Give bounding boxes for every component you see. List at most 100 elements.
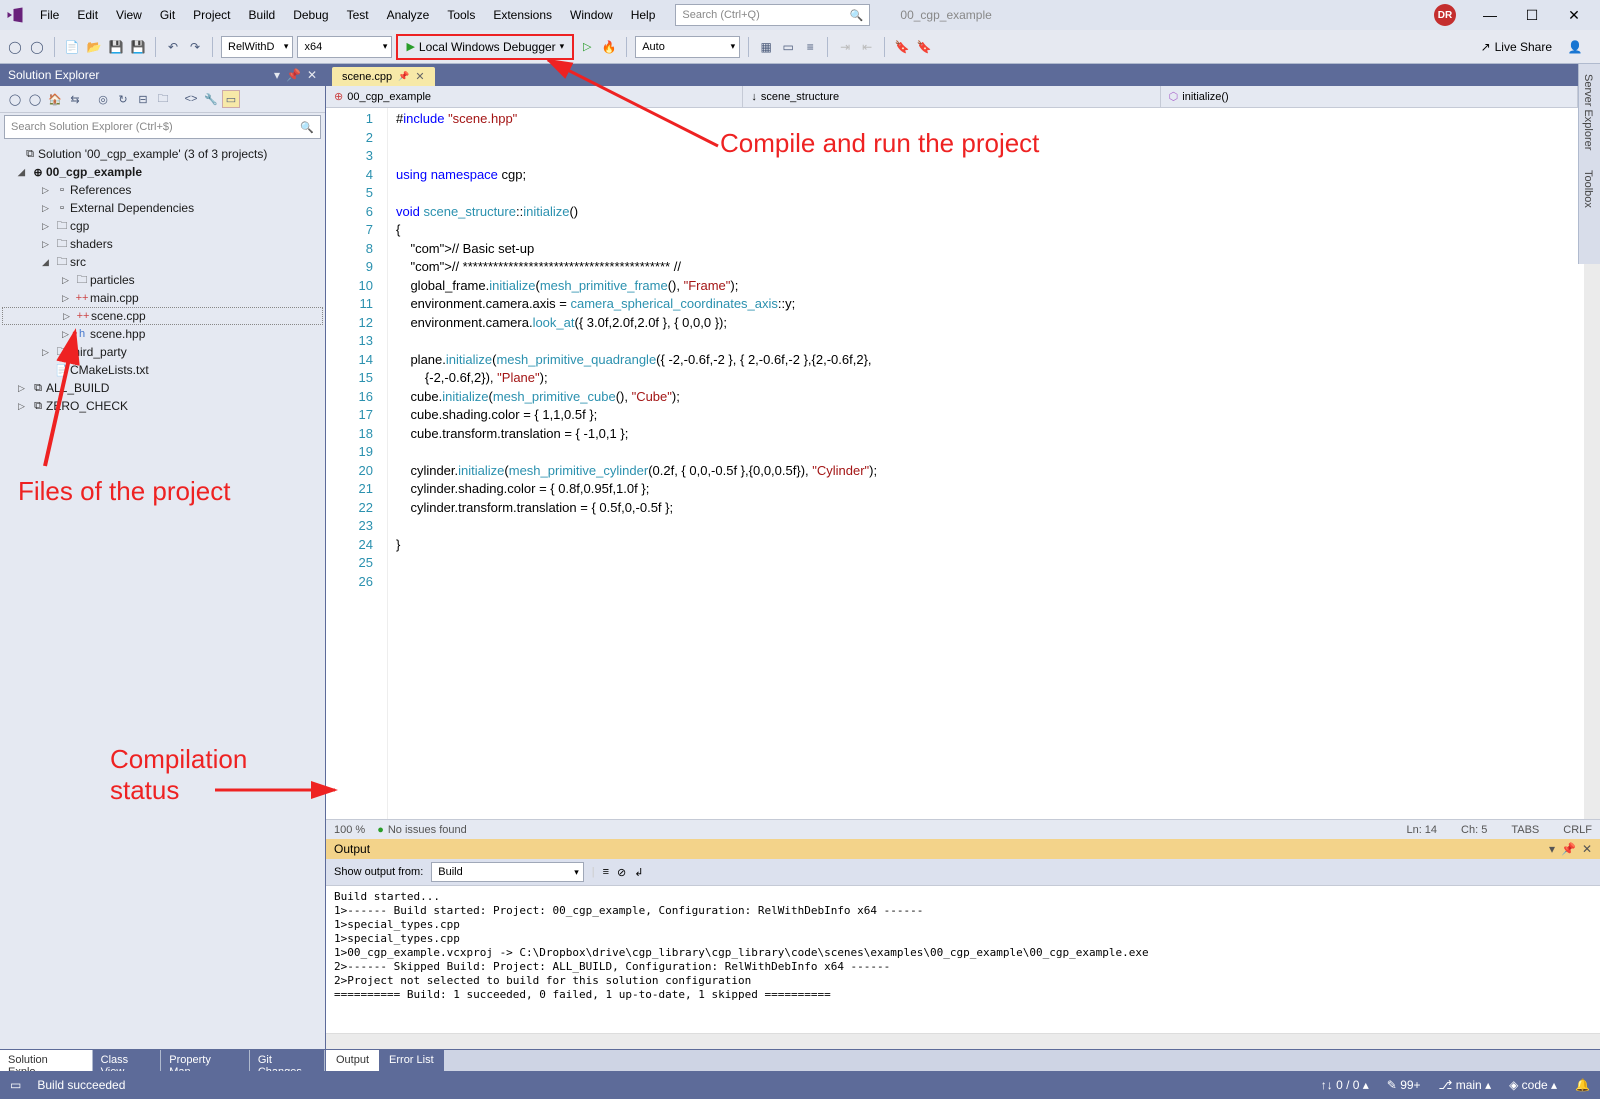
wrap-icon[interactable]: ↲ [634, 866, 643, 879]
redo-icon[interactable]: ↷ [186, 38, 204, 56]
toolbox-tab[interactable]: Toolbox [1579, 160, 1597, 218]
show-from-combo[interactable]: Build [431, 862, 583, 882]
references-node[interactable]: References [70, 183, 131, 197]
undo-icon[interactable]: ↶ [164, 38, 182, 56]
properties-icon[interactable]: 🔧 [202, 90, 220, 108]
maximize-button[interactable]: ☐ [1512, 1, 1552, 29]
code-editor[interactable]: 1234567891011121314151617181920212223242… [326, 108, 1600, 819]
back-icon[interactable]: ◯ [6, 90, 24, 108]
collapse-icon[interactable]: ⊟ [134, 90, 152, 108]
dropdown-icon[interactable]: ▾ [1549, 842, 1555, 856]
menu-extensions[interactable]: Extensions [485, 4, 560, 26]
menu-edit[interactable]: Edit [69, 4, 106, 26]
solution-title-tab[interactable]: 00_cgp_example [890, 4, 1001, 26]
hot-reload-icon[interactable]: 🔥 [600, 38, 618, 56]
start-debugger-button[interactable]: ▶ Local Windows Debugger ▾ [396, 34, 574, 60]
new-project-icon[interactable]: 📄 [63, 38, 81, 56]
se-search-input[interactable]: Search Solution Explorer (Ctrl+$) 🔍 [4, 115, 321, 139]
tabs-indicator[interactable]: TABS [1511, 824, 1539, 836]
src-folder[interactable]: src [70, 255, 86, 269]
liveshare-button[interactable]: Live Share [1495, 40, 1552, 54]
home-icon[interactable]: 🏠 [46, 90, 64, 108]
step2-icon[interactable]: ⇤ [858, 38, 876, 56]
menu-test[interactable]: Test [339, 4, 377, 26]
menu-build[interactable]: Build [241, 4, 284, 26]
admin-icon[interactable]: 👤 [1566, 38, 1584, 56]
tab-solution-explorer[interactable]: Solution Explo... [0, 1050, 93, 1071]
clear-icon[interactable]: ⊘ [617, 866, 626, 879]
zero-check-node[interactable]: ZERO_CHECK [46, 399, 128, 413]
menu-analyze[interactable]: Analyze [379, 4, 438, 26]
tab-class-view[interactable]: Class View [93, 1050, 162, 1071]
bookmark-icon[interactable]: 🔖 [893, 38, 911, 56]
source-control-status[interactable]: ↑↓ 0 / 0 ▴ [1321, 1078, 1369, 1092]
solution-tree[interactable]: ⧉Solution '00_cgp_example' (3 of 3 proje… [0, 141, 325, 1049]
changes-status[interactable]: ✎ 99+ [1387, 1078, 1421, 1092]
tab-output[interactable]: Output [326, 1050, 379, 1071]
menu-help[interactable]: Help [623, 4, 664, 26]
switch-view-icon[interactable]: ⇆ [66, 90, 84, 108]
bell-icon[interactable]: 🔔 [1575, 1078, 1590, 1092]
close-icon[interactable]: ✕ [415, 70, 424, 83]
user-avatar[interactable]: DR [1434, 4, 1456, 26]
tab-git-changes[interactable]: Git Changes [250, 1050, 325, 1071]
save-all-icon[interactable]: 💾 [129, 38, 147, 56]
step-icon[interactable]: ⇥ [836, 38, 854, 56]
scene-cpp-file[interactable]: scene.cpp [91, 309, 146, 323]
all-build-node[interactable]: ALL_BUILD [46, 381, 109, 395]
tab-error-list[interactable]: Error List [379, 1050, 444, 1071]
scene-hpp-file[interactable]: scene.hpp [90, 327, 145, 341]
pin-icon[interactable]: 📌 [398, 71, 409, 82]
issues-status[interactable]: No issues found [377, 824, 467, 836]
horizontal-scrollbar[interactable] [326, 1033, 1600, 1049]
shaders-folder[interactable]: shaders [70, 237, 113, 251]
close-button[interactable]: ✕ [1554, 1, 1594, 29]
main-cpp-file[interactable]: main.cpp [90, 291, 139, 305]
code-body[interactable]: #include "scene.hpp" using namespace cgp… [388, 108, 877, 819]
config-combo[interactable]: RelWithD [221, 36, 293, 58]
layout-icon[interactable]: ▭ [779, 38, 797, 56]
pin-icon[interactable]: 📌 [286, 68, 301, 82]
menu-view[interactable]: View [108, 4, 150, 26]
menu-debug[interactable]: Debug [285, 4, 336, 26]
showall-icon[interactable]: 🗀 [154, 90, 172, 108]
fwd-icon[interactable]: ◯ [26, 90, 44, 108]
cgp-folder[interactable]: cgp [70, 219, 89, 233]
platform-combo[interactable]: x64 [297, 36, 392, 58]
output-body[interactable]: Build started... 1>------ Build started:… [326, 886, 1600, 1033]
external-deps-node[interactable]: External Dependencies [70, 201, 194, 215]
grid-icon[interactable]: ▦ [757, 38, 775, 56]
minimize-button[interactable]: — [1470, 1, 1510, 29]
menu-project[interactable]: Project [185, 4, 238, 26]
menu-tools[interactable]: Tools [439, 4, 483, 26]
pin-icon[interactable]: 📌 [1561, 842, 1576, 856]
menu-git[interactable]: Git [152, 4, 183, 26]
nav-fwd-icon[interactable]: ◯ [28, 38, 46, 56]
particles-folder[interactable]: particles [90, 273, 135, 287]
server-explorer-tab[interactable]: Server Explorer [1579, 64, 1597, 160]
layers-icon[interactable]: ≡ [801, 38, 819, 56]
breadcrumb-class[interactable]: ↓scene_structure [743, 86, 1160, 107]
save-icon[interactable]: 💾 [107, 38, 125, 56]
branch-status[interactable]: ⎇ main ▴ [1439, 1078, 1492, 1092]
solution-node[interactable]: Solution '00_cgp_example' (3 of 3 projec… [38, 147, 267, 161]
close-icon[interactable]: ✕ [1582, 842, 1592, 856]
menu-window[interactable]: Window [562, 4, 621, 26]
project-node[interactable]: 00_cgp_example [46, 165, 142, 179]
menu-file[interactable]: File [32, 4, 67, 26]
breadcrumb-function[interactable]: ⬡initialize() [1161, 86, 1578, 107]
refresh-icon[interactable]: ↻ [114, 90, 132, 108]
tab-property-manager[interactable]: Property Man... [161, 1050, 250, 1071]
indent-icon[interactable]: ≡ [603, 866, 609, 878]
bookmark2-icon[interactable]: 🔖 [915, 38, 933, 56]
zoom-combo[interactable]: 100 % [334, 824, 365, 836]
open-icon[interactable]: 📂 [85, 38, 103, 56]
sync-icon[interactable]: ◎ [94, 90, 112, 108]
crlf-indicator[interactable]: CRLF [1563, 824, 1592, 836]
third-party-folder[interactable]: third_party [70, 345, 127, 359]
start-no-debug-icon[interactable]: ▷ [578, 38, 596, 56]
auto-combo[interactable]: Auto [635, 36, 740, 58]
close-panel-icon[interactable]: ✕ [307, 68, 317, 82]
breadcrumb-project[interactable]: ⊕00_cgp_example [326, 86, 743, 107]
global-search-input[interactable]: Search (Ctrl+Q) 🔍 [675, 4, 870, 26]
